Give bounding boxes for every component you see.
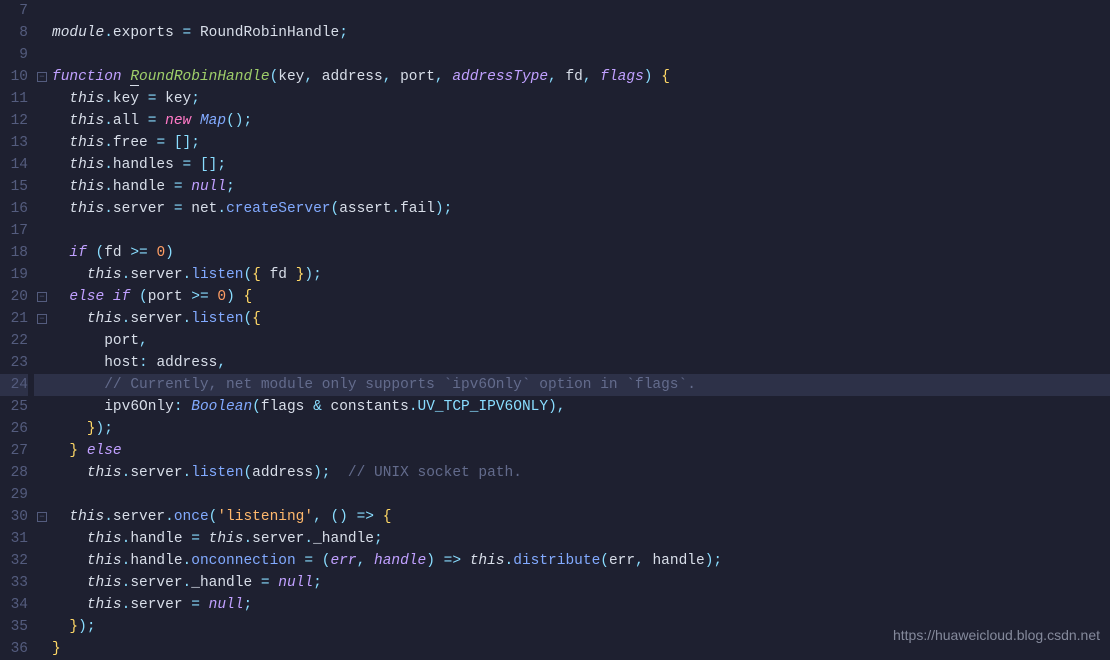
code-line[interactable]: this.server.listen(address); // UNIX soc…	[50, 462, 1110, 484]
watermark-text: https://huaweicloud.blog.csdn.net	[893, 624, 1100, 646]
fold-collapse-icon[interactable]: −	[37, 72, 47, 82]
fold-marker	[34, 88, 50, 110]
fold-marker[interactable]: −	[34, 286, 50, 308]
code-line[interactable]: this.handle = this.server._handle;	[50, 528, 1110, 550]
line-number[interactable]: 31	[0, 528, 28, 550]
code-line[interactable]	[50, 44, 1110, 66]
line-number-gutter[interactable]: 7891011121314151617181920212223242526272…	[0, 0, 34, 656]
fold-marker	[34, 418, 50, 440]
line-number[interactable]: 17	[0, 220, 28, 242]
line-number[interactable]: 12	[0, 110, 28, 132]
line-number[interactable]: 22	[0, 330, 28, 352]
fold-collapse-icon[interactable]: −	[37, 292, 47, 302]
code-line[interactable]: if (fd >= 0)	[50, 242, 1110, 264]
fold-marker	[34, 462, 50, 484]
code-editor[interactable]: 7891011121314151617181920212223242526272…	[0, 0, 1110, 656]
fold-marker	[34, 528, 50, 550]
fold-marker	[34, 132, 50, 154]
line-number[interactable]: 16	[0, 198, 28, 220]
fold-marker	[34, 176, 50, 198]
line-number[interactable]: 32	[0, 550, 28, 572]
line-number[interactable]: 13	[0, 132, 28, 154]
line-number[interactable]: 18	[0, 242, 28, 264]
fold-marker	[34, 550, 50, 572]
code-line[interactable]: this.server.listen({ fd });	[50, 264, 1110, 286]
fold-marker	[34, 572, 50, 594]
fold-marker	[34, 374, 50, 396]
code-line[interactable]: this.free = [];	[50, 132, 1110, 154]
fold-marker	[34, 264, 50, 286]
fold-column[interactable]: − − − −	[34, 0, 50, 656]
line-number[interactable]: 36	[0, 638, 28, 660]
line-number[interactable]: 30	[0, 506, 28, 528]
line-number[interactable]: 14	[0, 154, 28, 176]
code-line[interactable]: this.server.once('listening', () => {	[50, 506, 1110, 528]
code-line[interactable]: this.handle.onconnection = (err, handle)…	[50, 550, 1110, 572]
line-number[interactable]: 34	[0, 594, 28, 616]
code-line[interactable]: this.server._handle = null;	[50, 572, 1110, 594]
fold-marker	[34, 594, 50, 616]
line-number[interactable]: 35	[0, 616, 28, 638]
code-line[interactable]: this.all = new Map();	[50, 110, 1110, 132]
code-line[interactable]	[50, 220, 1110, 242]
line-number[interactable]: 7	[0, 0, 28, 22]
fold-collapse-icon[interactable]: −	[37, 314, 47, 324]
fold-marker	[34, 440, 50, 462]
fold-marker[interactable]: −	[34, 308, 50, 330]
fold-collapse-icon[interactable]: −	[37, 512, 47, 522]
line-number[interactable]: 11	[0, 88, 28, 110]
fold-marker	[34, 44, 50, 66]
line-number[interactable]: 26	[0, 418, 28, 440]
fold-marker	[34, 22, 50, 44]
line-number[interactable]: 20	[0, 286, 28, 308]
fold-marker	[34, 352, 50, 374]
fold-marker	[34, 484, 50, 506]
code-area[interactable]: module.exports = RoundRobinHandle; functi…	[50, 0, 1110, 656]
line-number[interactable]: 15	[0, 176, 28, 198]
line-number[interactable]: 19	[0, 264, 28, 286]
code-line[interactable]: host: address,	[50, 352, 1110, 374]
code-line[interactable]: this.handle = null;	[50, 176, 1110, 198]
code-line[interactable]: else if (port >= 0) {	[50, 286, 1110, 308]
code-line[interactable]: } else	[50, 440, 1110, 462]
line-number[interactable]: 33	[0, 572, 28, 594]
fold-marker[interactable]: −	[34, 66, 50, 88]
code-line[interactable]: this.server.listen({	[50, 308, 1110, 330]
line-number[interactable]: 24	[0, 374, 28, 396]
code-line[interactable]: module.exports = RoundRobinHandle;	[50, 22, 1110, 44]
line-number[interactable]: 23	[0, 352, 28, 374]
fold-marker[interactable]: −	[34, 506, 50, 528]
fold-marker	[34, 330, 50, 352]
fold-marker	[34, 220, 50, 242]
line-number[interactable]: 28	[0, 462, 28, 484]
code-line[interactable]: this.handles = [];	[50, 154, 1110, 176]
fold-marker	[34, 616, 50, 638]
code-line[interactable]: // Currently, net module only supports `…	[50, 374, 1110, 396]
code-line[interactable]: port,	[50, 330, 1110, 352]
line-number[interactable]: 8	[0, 22, 28, 44]
code-line[interactable]	[50, 0, 1110, 22]
code-line[interactable]: this.server = null;	[50, 594, 1110, 616]
line-number[interactable]: 27	[0, 440, 28, 462]
fold-marker	[34, 198, 50, 220]
line-number[interactable]: 21	[0, 308, 28, 330]
fold-marker	[34, 638, 50, 660]
line-number[interactable]: 9	[0, 44, 28, 66]
code-line[interactable]: });	[50, 418, 1110, 440]
line-number[interactable]: 25	[0, 396, 28, 418]
fold-marker	[34, 110, 50, 132]
code-line[interactable]: ipv6Only: Boolean(flags & constants.UV_T…	[50, 396, 1110, 418]
code-line[interactable]	[50, 484, 1110, 506]
fold-marker	[34, 154, 50, 176]
fold-marker	[34, 396, 50, 418]
fold-marker	[34, 242, 50, 264]
code-line[interactable]: function RoundRobinHandle(key, address, …	[50, 66, 1110, 88]
line-number[interactable]: 29	[0, 484, 28, 506]
fold-marker	[34, 0, 50, 22]
line-number[interactable]: 10	[0, 66, 28, 88]
code-line[interactable]: this.server = net.createServer(assert.fa…	[50, 198, 1110, 220]
code-line[interactable]: this.key = key;	[50, 88, 1110, 110]
